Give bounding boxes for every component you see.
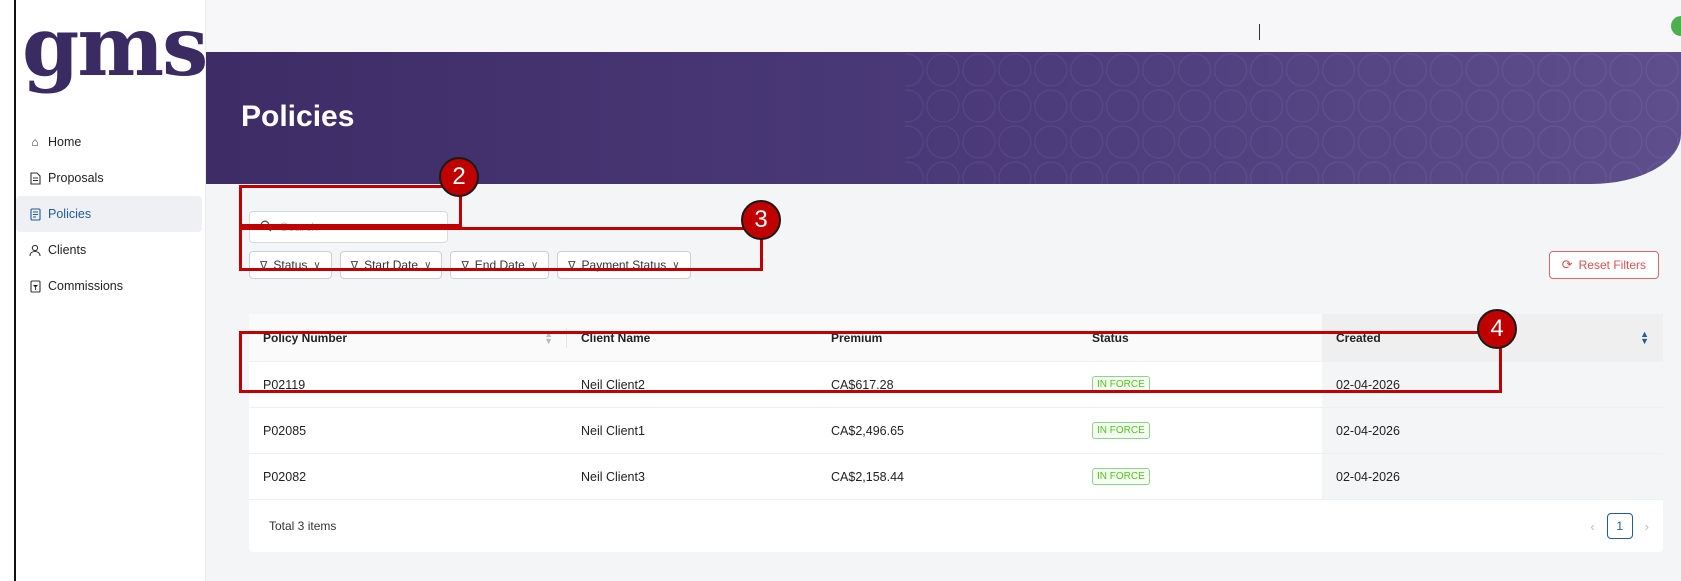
prev-page-icon[interactable]: ‹ — [1590, 519, 1594, 534]
sidebar-item-label: Policies — [48, 207, 92, 221]
refresh-icon: ⟳ — [1561, 257, 1573, 272]
page-1-button[interactable]: 1 — [1606, 513, 1633, 539]
top-bar — [206, 0, 1681, 52]
reset-filters-button[interactable]: ⟳ Reset Filters — [1548, 251, 1659, 279]
app-window: gms ⌂ Home Proposals Policies Clients Co… — [14, 0, 1681, 581]
document-icon — [28, 171, 42, 185]
annotation-box-first-row — [239, 331, 1502, 393]
pagination: ‹ 1 › — [1590, 513, 1649, 539]
sidebar-item-label: Commissions — [48, 279, 124, 293]
policy-number-cell: P02082 — [263, 469, 307, 484]
client-name-cell: Neil Client1 — [581, 423, 645, 438]
sidebar: gms ⌂ Home Proposals Policies Clients Co… — [16, 0, 208, 581]
table-footer: Total 3 items ‹ 1 › — [249, 500, 1663, 552]
table-row[interactable]: P02085 Neil Client1 CA$2,496.65 IN FORCE… — [249, 408, 1663, 454]
status-badge: IN FORCE — [1092, 468, 1150, 485]
premium-cell: CA$2,496.65 — [831, 423, 904, 438]
table-row[interactable]: P02082 Neil Client3 CA$2,158.44 IN FORCE… — [249, 454, 1663, 500]
avatar[interactable] — [1671, 16, 1681, 36]
topbar-divider — [1259, 24, 1260, 40]
annotation-marker-4: 4 — [1477, 309, 1517, 349]
main-content: Policies ∇ Status ∨ ∇ Start Date ∨ ∇ En — [206, 0, 1681, 581]
page-header-banner: Policies — [206, 52, 1681, 184]
status-cell: IN FORCE — [1078, 408, 1322, 453]
client-name-cell: Neil Client3 — [581, 469, 645, 484]
policy-icon — [28, 207, 42, 221]
home-icon: ⌂ — [31, 135, 39, 149]
sidebar-item-clients[interactable]: Clients — [16, 232, 202, 268]
sidebar-item-label: Clients — [48, 243, 87, 257]
user-icon — [28, 243, 42, 257]
total-items-label: Total 3 items — [269, 519, 337, 533]
premium-cell: CA$2,158.44 — [831, 469, 904, 484]
next-page-icon[interactable]: › — [1645, 519, 1649, 534]
created-cell: 02-04-2026 — [1322, 408, 1663, 453]
sidebar-item-label: Proposals — [48, 171, 104, 185]
annotation-box-filters — [239, 227, 763, 271]
status-badge: IN FORCE — [1092, 422, 1150, 439]
sidebar-nav: ⌂ Home Proposals Policies Clients Commis… — [16, 124, 206, 304]
sidebar-item-label: Home — [48, 135, 82, 149]
sidebar-item-home[interactable]: ⌂ Home — [16, 124, 202, 160]
sort-icon[interactable]: ▲ ▼ — [1640, 329, 1649, 345]
sidebar-item-proposals[interactable]: Proposals — [16, 160, 202, 196]
page-title: Policies — [241, 100, 355, 133]
policy-number-cell: P02085 — [263, 423, 307, 438]
annotation-marker-2: 2 — [439, 157, 479, 197]
reset-filters-label: Reset Filters — [1578, 258, 1646, 272]
gms-logo[interactable]: gms — [22, 2, 208, 92]
created-cell: 02-04-2026 — [1322, 454, 1663, 499]
annotation-marker-3: 3 — [741, 200, 781, 240]
commission-icon — [28, 279, 42, 293]
banner-background — [206, 52, 1681, 184]
sidebar-item-policies[interactable]: Policies — [16, 196, 202, 232]
sidebar-item-commissions[interactable]: Commissions — [16, 268, 202, 304]
annotation-box-search — [239, 185, 462, 227]
status-cell: IN FORCE — [1078, 454, 1322, 499]
